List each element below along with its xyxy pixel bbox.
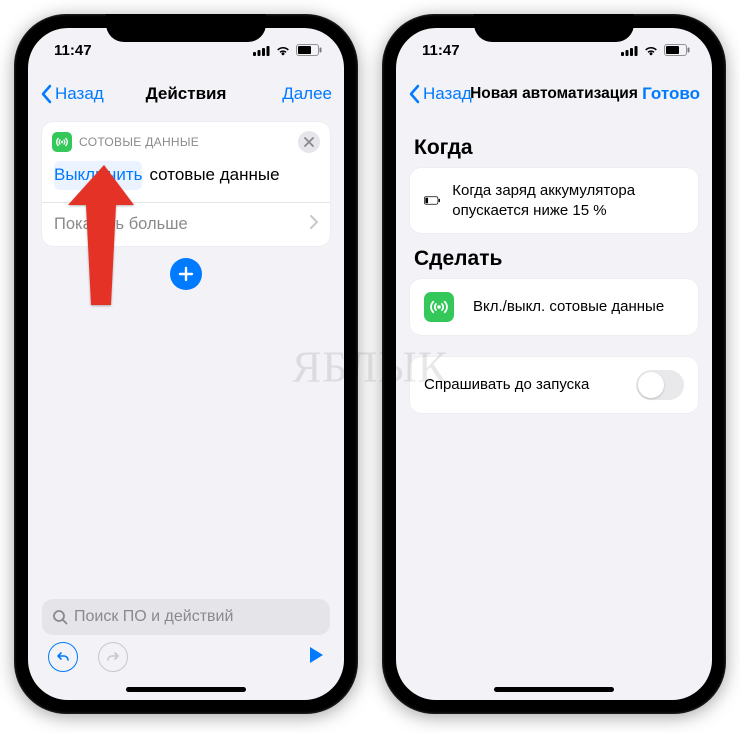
phone-left: 11:47 Назад Действия Далее <box>14 14 358 714</box>
cellular-icon <box>621 45 638 56</box>
done-button[interactable]: Готово <box>642 84 700 104</box>
chevron-left-icon <box>408 84 420 104</box>
wifi-icon <box>275 44 291 56</box>
battery-low-icon <box>424 194 440 207</box>
cellular-app-icon <box>52 132 72 152</box>
toolbar <box>42 635 330 679</box>
search-icon <box>52 609 68 625</box>
plus-icon <box>177 265 195 283</box>
home-indicator[interactable] <box>494 687 614 692</box>
add-action-button[interactable] <box>170 258 202 290</box>
screen: 11:47 Назад Действия Далее <box>28 28 344 700</box>
status-time: 11:47 <box>422 42 460 59</box>
ask-before-card: Спрашивать до запуска <box>410 357 698 413</box>
action-app-label: СОТОВЫЕ ДАННЫЕ <box>79 135 199 149</box>
show-more-label: Показать больше <box>54 215 188 234</box>
do-text: Вкл./выкл. сотовые данные <box>473 297 664 317</box>
notch <box>474 14 634 42</box>
status-time: 11:47 <box>54 42 92 59</box>
when-header: Когда <box>414 136 694 160</box>
nav-bar: Назад Действия Далее <box>28 72 344 116</box>
undo-icon <box>56 651 70 663</box>
wifi-icon <box>643 44 659 56</box>
back-button[interactable]: Назад <box>40 84 104 104</box>
undo-button[interactable] <box>48 642 78 672</box>
cellular-app-icon <box>424 292 454 322</box>
cellular-icon <box>253 45 270 56</box>
chevron-left-icon <box>40 84 52 104</box>
close-icon <box>304 137 314 147</box>
action-rest: сотовые данные <box>149 165 279 185</box>
remove-action-button[interactable] <box>298 131 320 153</box>
nav-bar: Назад Новая автоматизация Готово <box>396 72 712 116</box>
play-icon <box>308 646 324 664</box>
battery-icon <box>664 44 690 56</box>
action-card: СОТОВЫЕ ДАННЫЕ Выключить сотовые данные … <box>42 122 330 246</box>
when-text: Когда заряд аккумулятора опускается ниже… <box>452 181 684 220</box>
search-input[interactable]: Поиск ПО и действий <box>42 599 330 635</box>
ask-before-toggle[interactable] <box>636 370 684 400</box>
battery-icon <box>296 44 322 56</box>
do-header: Сделать <box>414 247 694 271</box>
chevron-right-icon <box>310 215 318 229</box>
when-card[interactable]: Когда заряд аккумулятора опускается ниже… <box>410 168 698 233</box>
search-placeholder: Поиск ПО и действий <box>74 608 233 626</box>
back-label: Назад <box>55 84 104 104</box>
next-button[interactable]: Далее <box>282 84 332 104</box>
notch <box>106 14 266 42</box>
screen: 11:47 Назад Новая автоматизация Готово К… <box>396 28 712 700</box>
run-button[interactable] <box>308 646 324 669</box>
home-indicator[interactable] <box>126 687 246 692</box>
do-card[interactable]: Вкл./выкл. сотовые данные <box>410 279 698 335</box>
redo-icon <box>106 651 120 663</box>
back-label: Назад <box>423 84 472 104</box>
action-token[interactable]: Выключить <box>54 161 142 190</box>
phone-right: 11:47 Назад Новая автоматизация Готово К… <box>382 14 726 714</box>
back-button[interactable]: Назад <box>408 84 472 104</box>
ask-before-label: Спрашивать до запуска <box>424 375 589 395</box>
redo-button[interactable] <box>98 642 128 672</box>
show-more-button[interactable]: Показать больше <box>42 202 330 246</box>
